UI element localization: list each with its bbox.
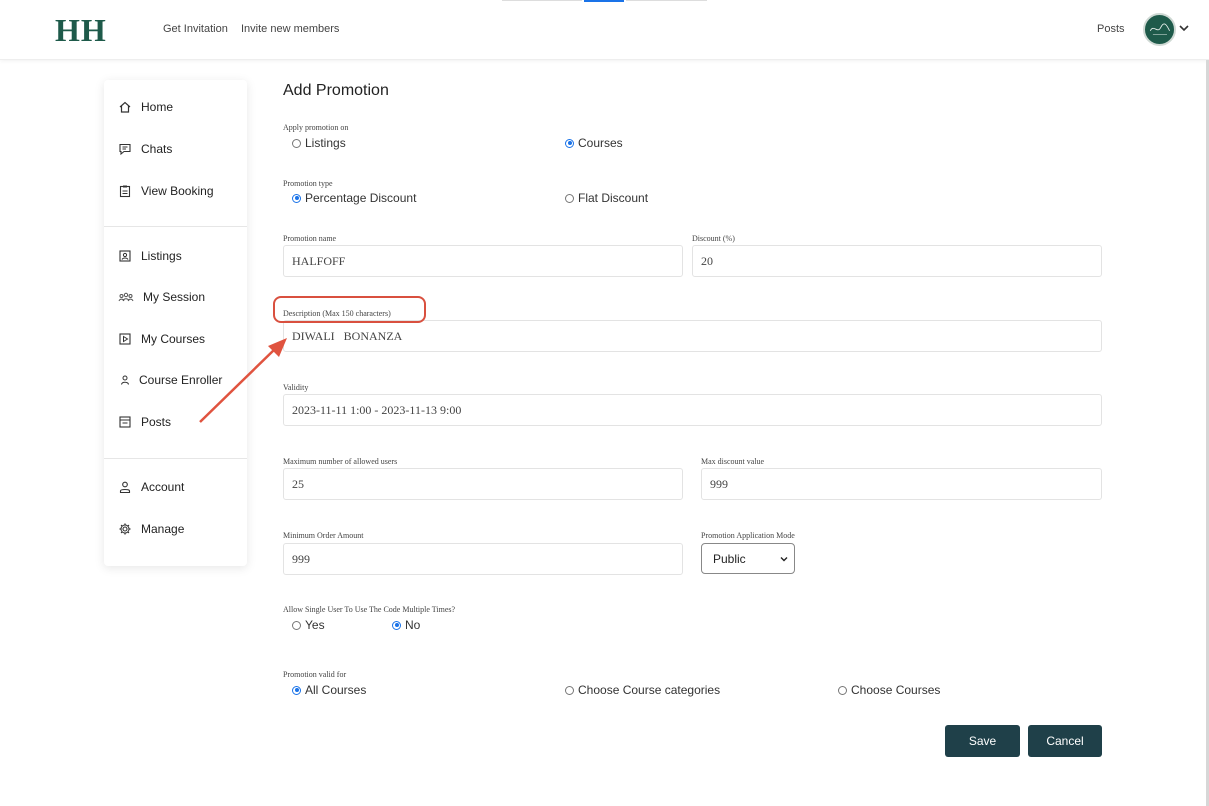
- radio-dot: [565, 138, 574, 148]
- clipboard-icon: [118, 184, 132, 198]
- promotion-name-input[interactable]: HALFOFF: [283, 245, 683, 277]
- sidebar-item-label: Home: [141, 100, 174, 114]
- nav-get-invitation[interactable]: Get Invitation: [163, 23, 228, 35]
- person-icon: [118, 373, 132, 387]
- avatar[interactable]: [1143, 13, 1176, 46]
- page-title: Add Promotion: [283, 82, 389, 99]
- min-order-label: Minimum Order Amount: [283, 531, 364, 540]
- logo[interactable]: HH: [55, 12, 107, 49]
- cancel-button[interactable]: Cancel: [1028, 725, 1102, 757]
- multiple-use-label: Allow Single User To Use The Code Multip…: [283, 605, 456, 614]
- radio-dot: [292, 193, 301, 203]
- top-header: HH Get Invitation Invite new members Pos…: [0, 0, 1209, 60]
- radio-no[interactable]: No: [392, 618, 420, 632]
- sidebar-item-home[interactable]: Home: [118, 97, 173, 117]
- radio-dot: [565, 685, 574, 695]
- radio-label: Choose Course categories: [578, 683, 721, 697]
- sidebar-item-chats[interactable]: Chats: [118, 139, 172, 159]
- sidebar-item-manage[interactable]: Manage: [118, 519, 184, 539]
- sidebar-divider: [104, 458, 247, 459]
- application-mode-label: Promotion Application Mode: [701, 531, 795, 540]
- discount-input[interactable]: 20: [692, 245, 1102, 277]
- chevron-down-icon[interactable]: [1178, 22, 1190, 34]
- sidebar-item-listings[interactable]: Listings: [118, 246, 182, 266]
- avatar-signature-icon: [1149, 23, 1170, 35]
- radio-label: Courses: [578, 136, 623, 150]
- top-tab-strip: [502, 0, 707, 2]
- sidebar: Home Chats View Booking Listings My Sess…: [104, 80, 247, 566]
- sidebar-item-label: Listings: [141, 249, 182, 263]
- sidebar-item-label: Manage: [141, 522, 185, 536]
- radio-label: All Courses: [305, 683, 367, 697]
- max-users-input[interactable]: 25: [283, 468, 683, 500]
- discount-label: Discount (%): [692, 234, 735, 243]
- radio-choose-courses[interactable]: Choose Courses: [838, 683, 940, 697]
- radio-dot: [838, 685, 847, 695]
- description-input[interactable]: DIWALI BONANZA: [283, 320, 1102, 352]
- chevron-down-icon: [780, 557, 788, 562]
- sidebar-item-label: Posts: [141, 415, 172, 429]
- nav-posts[interactable]: Posts: [1097, 23, 1125, 35]
- radio-dot: [292, 138, 301, 148]
- save-button[interactable]: Save: [945, 725, 1020, 757]
- sidebar-item-label: My Session: [143, 290, 206, 304]
- min-order-input[interactable]: 999: [283, 543, 683, 575]
- valid-for-label: Promotion valid for: [283, 670, 347, 679]
- radio-percentage-discount[interactable]: Percentage Discount: [292, 191, 416, 205]
- radio-courses[interactable]: Courses: [565, 136, 623, 150]
- annotation-highlight: [273, 296, 426, 323]
- annotation-arrow-icon: [199, 338, 287, 423]
- sidebar-item-my-session[interactable]: My Session: [118, 287, 205, 307]
- radio-dot: [292, 620, 301, 630]
- radio-dot: [292, 685, 301, 695]
- radio-label: Choose Courses: [851, 683, 941, 697]
- radio-label: Percentage Discount: [305, 191, 417, 205]
- radio-label: Yes: [305, 618, 325, 632]
- radio-flat-discount[interactable]: Flat Discount: [565, 191, 648, 205]
- radio-dot: [565, 193, 574, 203]
- radio-listings[interactable]: Listings: [292, 136, 346, 150]
- nav-invite-members[interactable]: Invite new members: [241, 23, 339, 35]
- radio-all-courses[interactable]: All Courses: [292, 683, 366, 697]
- radio-choose-course-categories[interactable]: Choose Course categories: [565, 683, 720, 697]
- gear-icon: [118, 522, 132, 536]
- promotion-name-label: Promotion name: [283, 234, 337, 243]
- sidebar-item-label: Account: [141, 480, 185, 494]
- sidebar-divider: [104, 226, 247, 227]
- sidebar-item-view-booking[interactable]: View Booking: [118, 181, 214, 201]
- max-users-label: Maximum number of allowed users: [283, 457, 398, 466]
- application-mode-select[interactable]: Public: [701, 543, 795, 574]
- radio-label: Flat Discount: [578, 191, 649, 205]
- chat-icon: [118, 142, 132, 156]
- sidebar-item-label: View Booking: [141, 184, 214, 198]
- promotion-type-label: Promotion type: [283, 179, 333, 188]
- play-icon: [118, 332, 132, 346]
- sidebar-item-label: Chats: [141, 142, 173, 156]
- sidebar-item-posts[interactable]: Posts: [118, 412, 171, 432]
- listing-icon: [118, 249, 132, 263]
- max-discount-input[interactable]: 999: [701, 468, 1102, 500]
- select-value: Public: [713, 551, 746, 566]
- max-discount-label: Max discount value: [701, 457, 765, 466]
- validity-input[interactable]: 2023-11-11 1:00 - 2023-11-13 9:00: [283, 394, 1102, 426]
- home-icon: [118, 100, 132, 114]
- account-icon: [118, 480, 132, 494]
- group-icon: [118, 290, 134, 304]
- radio-label: No: [405, 618, 421, 632]
- posts-icon: [118, 415, 132, 429]
- radio-yes[interactable]: Yes: [292, 618, 325, 632]
- apply-on-label: Apply promotion on: [283, 123, 349, 132]
- sidebar-item-account[interactable]: Account: [118, 477, 184, 497]
- radio-label: Listings: [305, 136, 346, 150]
- radio-dot: [392, 620, 401, 630]
